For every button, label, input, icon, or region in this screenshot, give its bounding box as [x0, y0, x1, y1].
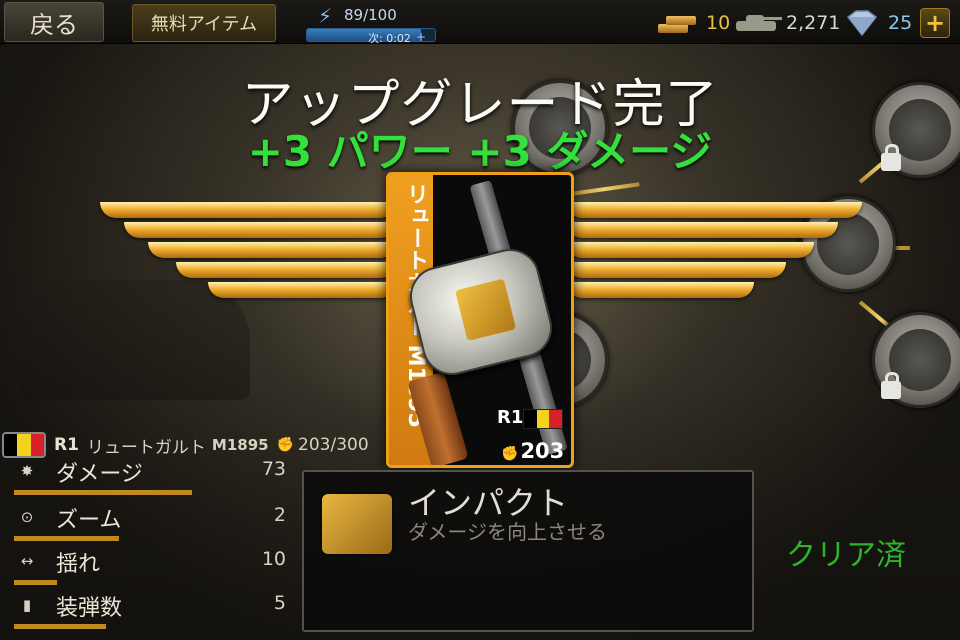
- tank-counter: 2,271: [734, 8, 840, 38]
- diamond-svg: [846, 10, 878, 37]
- energy-plus-icon[interactable]: +: [416, 30, 426, 44]
- skill-description: ダメージを向上させる: [408, 520, 607, 544]
- flag-stripe-red: [30, 434, 44, 456]
- stat-row-ammo: ▮ 装弾数 5: [10, 590, 286, 630]
- diamond-counter: 25: [842, 8, 912, 38]
- belgium-flag-icon: [2, 432, 46, 458]
- weapon-card: リュートガルト M1895 R1 ✊203: [386, 172, 574, 468]
- card-rank: R1: [497, 407, 524, 428]
- wing-feather: [566, 202, 862, 218]
- top-bar: 戻る 無料アイテム ⚡ 89/100 次: 0:02 + 10 2,271 25…: [0, 0, 960, 45]
- gold-counter: 10: [654, 8, 730, 38]
- ammo-icon: ▮: [22, 596, 32, 614]
- fist-icon: ✊: [501, 446, 519, 462]
- unit-rank: R1: [54, 435, 79, 455]
- stat-row-sway: ↔ 揺れ 10: [10, 546, 286, 586]
- stat-label: 揺れ: [56, 552, 101, 577]
- stat-label: ズーム: [56, 508, 122, 533]
- impact-icon: [322, 494, 392, 554]
- gold-value: 10: [706, 12, 731, 34]
- skill-node-locked[interactable]: [872, 312, 960, 408]
- tank-icon: [734, 11, 784, 35]
- card-power: ✊203: [501, 439, 564, 463]
- energy-count: 89/100: [344, 6, 397, 24]
- unit-power: 203/300: [298, 435, 369, 455]
- energy-meter: ⚡ 89/100 次: 0:02 +: [304, 4, 436, 45]
- stat-value: 2: [273, 504, 286, 526]
- wing-feather: [124, 222, 396, 238]
- diamond-value: 25: [888, 12, 913, 34]
- gold-bar: [666, 16, 696, 25]
- unit-model: M1895: [211, 436, 269, 454]
- stat-bar: [14, 490, 192, 495]
- wing-feather: [100, 202, 396, 218]
- wing-feather: [148, 242, 396, 258]
- impact-icon: [455, 278, 517, 342]
- energy-next-timer: 次: 0:02: [368, 32, 411, 45]
- lock-icon: [881, 372, 901, 399]
- crosshair-icon: ⊙: [20, 508, 34, 526]
- wing-feather: [208, 282, 396, 298]
- stat-label: 装弾数: [56, 596, 123, 621]
- stat-row-zoom: ⊙ ズーム 2: [10, 502, 286, 542]
- flag-stripe-yellow: [536, 410, 550, 428]
- gold-bar: [658, 24, 688, 33]
- wing-feather: [566, 262, 786, 278]
- flag-stripe-black: [4, 434, 18, 456]
- left-wing: [100, 200, 400, 310]
- card-power-value: 203: [520, 439, 565, 463]
- tank-barrel: [762, 17, 782, 20]
- wing-feather: [176, 262, 396, 278]
- wing-feather: [566, 242, 814, 258]
- flag-stripe-black: [524, 410, 537, 428]
- skill-detail-panel: インパクト ダメージを向上させる: [302, 470, 754, 632]
- flag-stripe-red: [549, 410, 563, 428]
- wing-feather: [566, 282, 754, 298]
- sway-arrows-icon: ↔: [20, 552, 34, 570]
- lightning-icon: ⚡: [318, 4, 333, 28]
- stat-bar: [14, 536, 119, 541]
- unit-name: リュートガルト: [86, 437, 206, 458]
- tank-value: 2,271: [786, 12, 841, 34]
- stat-bar: [14, 624, 106, 629]
- back-button[interactable]: 戻る: [4, 2, 104, 42]
- upgrade-bonus-text: +3 パワー +3 ダメージ: [247, 127, 713, 176]
- add-currency-button[interactable]: +: [920, 8, 950, 38]
- right-wing: [562, 200, 862, 310]
- stat-value: 73: [261, 458, 286, 480]
- wing-feather: [566, 222, 838, 238]
- fist-icon: ✊: [276, 437, 295, 453]
- explosion-icon: ✸: [20, 462, 34, 480]
- cleared-status: クリア済: [786, 538, 906, 573]
- free-items-button[interactable]: 無料アイテム: [132, 4, 276, 42]
- stat-bar: [14, 580, 57, 585]
- stat-value: 10: [261, 548, 286, 570]
- gold-bars-icon: [654, 10, 700, 36]
- belgium-flag-icon: [523, 409, 563, 429]
- stat-row-damage: ✸ ダメージ 73: [10, 456, 286, 496]
- stat-label: ダメージ: [56, 462, 143, 487]
- flag-stripe-yellow: [17, 434, 31, 456]
- stat-value: 5: [273, 592, 286, 614]
- diamond-icon: [842, 9, 882, 37]
